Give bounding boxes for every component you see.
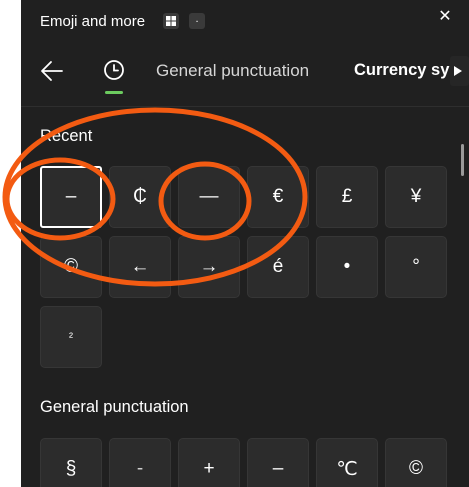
annotation-overlay	[2, 107, 308, 287]
annotation-large-ellipse	[2, 107, 308, 287]
annotation-en-dash-circle	[4, 157, 116, 241]
annotation-em-dash-circle	[158, 161, 252, 241]
